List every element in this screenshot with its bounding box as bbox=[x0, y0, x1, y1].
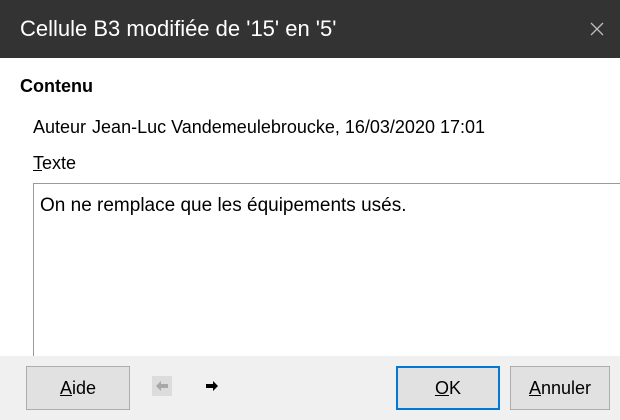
text-label-rest: exte bbox=[42, 153, 77, 173]
ok-button[interactable]: OK bbox=[396, 366, 500, 410]
arrow-right-icon bbox=[206, 381, 218, 391]
cancel-label-rest: nnuler bbox=[540, 377, 592, 398]
cancel-button[interactable]: Annuler bbox=[510, 366, 610, 410]
help-button[interactable]: Aide bbox=[26, 366, 130, 410]
author-value: Jean-Luc Vandemeulebroucke, 16/03/2020 1… bbox=[92, 117, 486, 137]
close-icon bbox=[590, 22, 604, 36]
comment-text-area[interactable]: On ne remplace que les équipements usés. bbox=[33, 183, 620, 371]
section-title: Contenu bbox=[20, 76, 93, 96]
previous-button[interactable] bbox=[152, 376, 172, 396]
button-bar: Aide OK Annuler bbox=[0, 356, 620, 420]
close-button[interactable] bbox=[574, 0, 620, 58]
next-button[interactable] bbox=[202, 376, 222, 396]
arrow-left-icon bbox=[156, 381, 168, 391]
window-title: Cellule B3 modifiée de '15' en '5' bbox=[20, 16, 337, 41]
title-bar: Cellule B3 modifiée de '15' en '5' bbox=[0, 0, 620, 58]
author-label: Auteur bbox=[33, 117, 87, 137]
cancel-mnemonic: A bbox=[528, 377, 541, 398]
help-label-rest: ide bbox=[71, 377, 97, 398]
author-row: Auteur Jean-Luc Vandemeulebroucke, 16/03/… bbox=[33, 117, 485, 138]
ok-label-rest: K bbox=[449, 377, 462, 398]
help-mnemonic: A bbox=[59, 377, 72, 398]
text-label: Texte bbox=[33, 153, 76, 174]
text-label-mnemonic: T bbox=[33, 153, 42, 173]
ok-mnemonic: O bbox=[434, 377, 449, 398]
